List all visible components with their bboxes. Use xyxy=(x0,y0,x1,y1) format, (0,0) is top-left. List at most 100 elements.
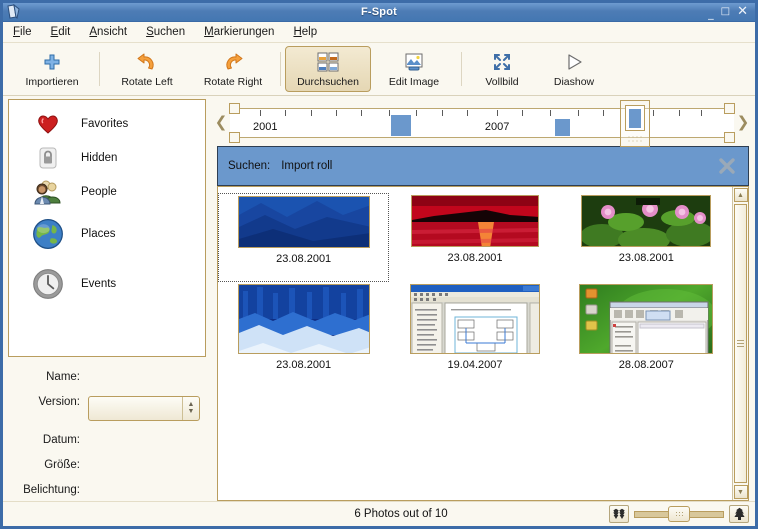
zoom-slider-thumb[interactable] xyxy=(668,506,691,522)
date-value xyxy=(88,434,206,446)
scrollbar-thumb[interactable] xyxy=(734,204,747,483)
photo-metadata-panel: Name: Version: ▲ ▼ Datum: Größe: Belicht… xyxy=(8,357,206,497)
sidebar-label-events: Events xyxy=(81,278,117,290)
small-thumbnails-icon[interactable] xyxy=(609,505,629,523)
menu-rest: uchen xyxy=(153,26,186,38)
photo-thumbnail[interactable] xyxy=(410,195,539,247)
heart-icon xyxy=(31,113,65,135)
sidebar-item-favorites[interactable]: Favorites xyxy=(9,107,205,141)
photo-cell[interactable]: 23.08.2001 xyxy=(389,193,560,282)
menu-rest: dit xyxy=(58,26,71,38)
size-label: Größe: xyxy=(44,459,80,471)
exposure-value xyxy=(88,484,206,496)
minimize-icon[interactable]: _ xyxy=(708,8,714,20)
toolbar-separator xyxy=(461,52,462,86)
content-pane: ❮ 2001 2007 ❯ Suchen: Import roll 23.08.… xyxy=(210,96,755,501)
photo-thumbnail[interactable] xyxy=(581,195,712,247)
zoom-slider[interactable] xyxy=(634,505,724,523)
menu-rest: nsicht xyxy=(97,26,128,38)
browse-grid-icon xyxy=(317,51,339,73)
photo-thumbnail[interactable] xyxy=(579,284,714,354)
fspot-window: F-Spot _ □ ✕ File Edit Ansicht Suchen Ma… xyxy=(0,0,758,529)
date-label: Datum: xyxy=(42,434,80,446)
photo-cell[interactable]: 19.04.2007 xyxy=(389,282,560,371)
menu-bar: File Edit Ansicht Suchen Markierungen He… xyxy=(3,22,755,43)
menu-mnemonic: A xyxy=(89,26,98,38)
photo-thumbnail[interactable] xyxy=(409,284,540,354)
timeline-selection[interactable] xyxy=(619,99,650,147)
lock-icon xyxy=(31,146,65,170)
sidebar-item-events[interactable]: Events xyxy=(9,259,205,309)
search-label: Suchen: xyxy=(228,160,271,172)
photo-cell[interactable]: 28.08.2007 xyxy=(561,282,732,371)
timeline-bar xyxy=(391,115,412,136)
edit-image-icon xyxy=(403,51,425,73)
main-body: Favorites Hidden People Places Events Na… xyxy=(3,96,755,501)
sidebar-label-favorites: Favorites xyxy=(81,118,129,130)
photo-caption: 23.08.2001 xyxy=(618,252,674,264)
timeline-grip-icon[interactable] xyxy=(626,134,643,143)
close-x-icon[interactable] xyxy=(716,155,738,177)
photo-thumbnail[interactable] xyxy=(237,196,370,248)
menu-mnemonic: F xyxy=(13,26,21,38)
chevron-left-icon[interactable]: ❮ xyxy=(212,115,230,130)
sidebar-item-hidden[interactable]: Hidden xyxy=(9,141,205,175)
large-thumbnail-icon[interactable] xyxy=(729,505,749,523)
photo-caption: 19.04.2007 xyxy=(447,359,503,371)
photo-caption: 23.08.2001 xyxy=(276,253,332,265)
menu-item-help[interactable]: Help xyxy=(293,26,317,38)
sidebar-label-hidden: Hidden xyxy=(81,152,118,164)
fullscreen-button[interactable]: Vollbild xyxy=(466,46,538,92)
timeline-body: 2001 2007 xyxy=(230,107,734,138)
photo-grid-scrollbar[interactable]: ▲ ▼ xyxy=(732,187,748,500)
fullscreen-icon xyxy=(492,51,512,73)
toolbar: Importieren Rotate Left Rotate Right Dur… xyxy=(3,43,755,96)
version-spinner-icon[interactable]: ▲ ▼ xyxy=(182,397,199,420)
photo-grid-container: 23.08.2001 23.08.2001 23.08.2001 23.08.2… xyxy=(217,186,749,501)
version-field[interactable] xyxy=(89,397,182,420)
scroll-up-icon[interactable]: ▲ xyxy=(733,188,748,202)
menu-rest: elp xyxy=(301,26,318,38)
timeline-handle-top-left[interactable] xyxy=(229,102,240,114)
photo-cell[interactable]: 23.08.2001 xyxy=(218,193,390,282)
rotate-right-button[interactable]: Rotate Right xyxy=(190,46,276,92)
menu-item-file[interactable]: File xyxy=(13,26,32,38)
browse-button[interactable]: Durchsuchen xyxy=(285,46,371,92)
exposure-label: Belichtung: xyxy=(23,484,80,496)
menu-mnemonic: H xyxy=(293,26,302,38)
menu-item-edit[interactable]: Edit xyxy=(51,26,71,38)
import-button[interactable]: Importieren xyxy=(9,46,95,92)
search-term[interactable]: Import roll xyxy=(281,160,332,172)
sidebar-label-places: Places xyxy=(81,228,116,240)
menu-item-markierungen[interactable]: Markierungen xyxy=(204,26,274,38)
size-value xyxy=(88,459,206,471)
timeline-handle-top-right[interactable] xyxy=(724,102,735,114)
scrollbar-grip-icon xyxy=(737,340,744,347)
rotate-left-button[interactable]: Rotate Left xyxy=(104,46,190,92)
menu-rest: ile xyxy=(20,26,32,38)
sidebar-item-places[interactable]: Places xyxy=(9,209,205,259)
timeline-track[interactable]: 2001 2007 xyxy=(229,99,735,147)
photo-thumbnail[interactable] xyxy=(237,284,370,354)
toolbar-separator xyxy=(280,52,281,86)
photo-cell[interactable]: 23.08.2001 xyxy=(218,282,389,371)
edit-image-button[interactable]: Edit Image xyxy=(371,46,457,92)
zoom-thumb-grip-icon xyxy=(675,510,684,518)
timeline-handle-bottom-right[interactable] xyxy=(724,131,735,143)
rotate-right-label: Rotate Right xyxy=(203,75,263,88)
timeline-handle-bottom-left[interactable] xyxy=(229,131,240,143)
menu-mnemonic: S xyxy=(146,26,154,38)
tag-list: Favorites Hidden People Places Events xyxy=(8,99,206,357)
timeline-selection-inner xyxy=(624,104,645,131)
scroll-down-icon[interactable]: ▼ xyxy=(733,485,748,499)
sidebar-item-people[interactable]: People xyxy=(9,175,205,209)
photo-cell[interactable]: 23.08.2001 xyxy=(561,193,732,282)
slideshow-button[interactable]: Diashow xyxy=(538,46,610,92)
chevron-right-icon[interactable]: ❯ xyxy=(734,115,752,130)
timeline: ❮ 2001 2007 ❯ xyxy=(212,99,752,147)
photo-grid[interactable]: 23.08.2001 23.08.2001 23.08.2001 23.08.2… xyxy=(218,187,732,500)
menu-item-ansicht[interactable]: Ansicht xyxy=(89,26,127,38)
fullscreen-label: Vollbild xyxy=(485,75,519,88)
version-combobox[interactable]: ▲ ▼ xyxy=(88,396,200,421)
menu-item-suchen[interactable]: Suchen xyxy=(146,26,185,38)
